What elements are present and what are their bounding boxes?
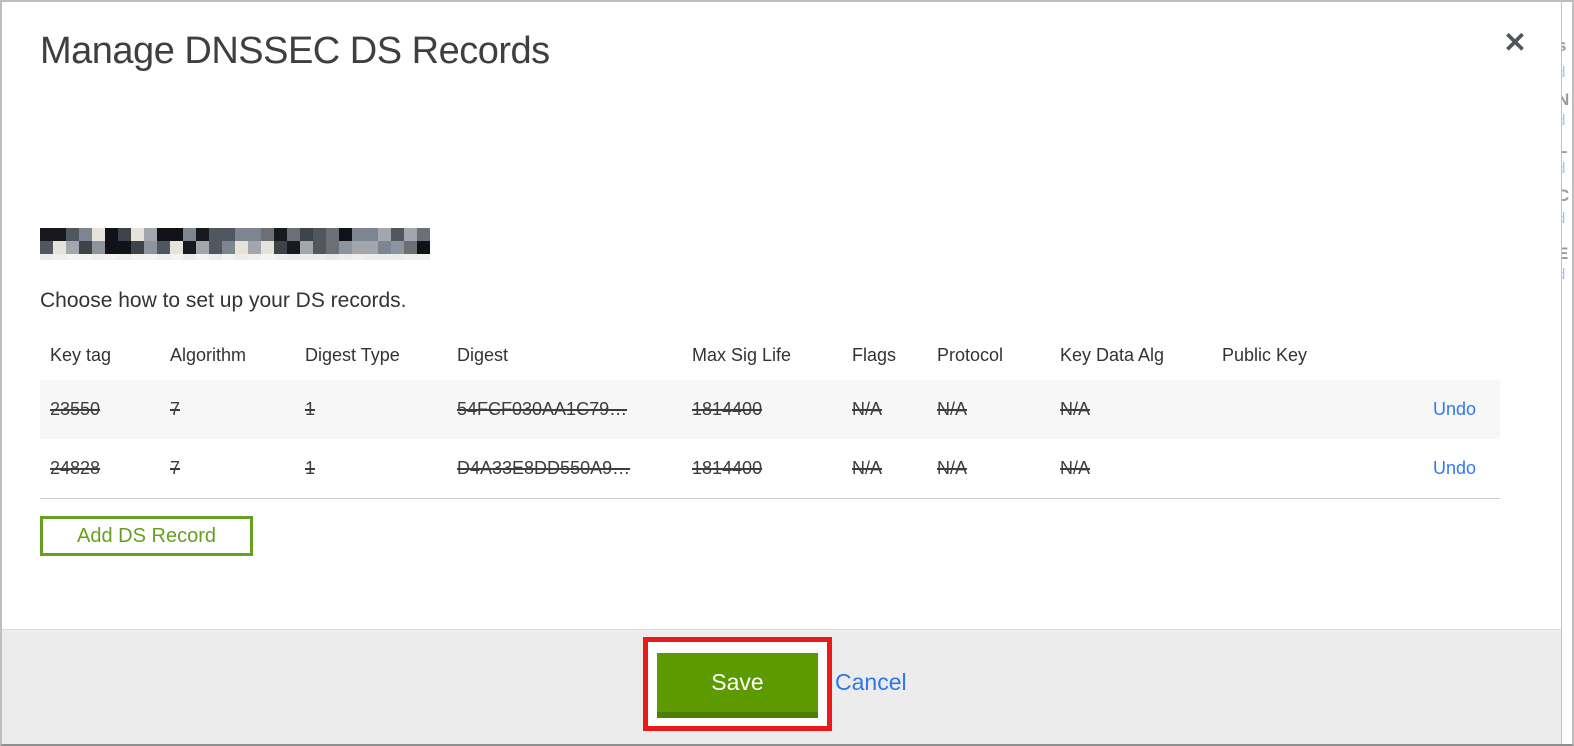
background-page-strip: sdNdLdCdEd [1561, 2, 1572, 744]
background-text-fragment: d [1562, 160, 1565, 177]
cell-digest-type: 1 [305, 457, 316, 478]
background-text-fragment: d [1562, 266, 1565, 283]
table-header-row: Key tag Algorithm Digest Type Digest Max… [40, 330, 1500, 380]
column-header-protocol: Protocol [937, 344, 1004, 365]
cell-key-data-alg: N/A [1060, 399, 1091, 419]
cell-algorithm: 7 [170, 457, 181, 478]
add-ds-record-button[interactable]: Add DS Record [40, 516, 253, 556]
background-text-fragment: s [1562, 36, 1566, 56]
background-text-fragment: E [1562, 244, 1568, 264]
cell-protocol: N/A [937, 457, 968, 478]
undo-link[interactable]: Undo [1433, 399, 1476, 419]
background-text-fragment: L [1562, 138, 1567, 158]
background-text-fragment: d [1562, 210, 1565, 227]
cell-flags: N/A [852, 399, 883, 419]
cell-digest: 54FCF030AA1C79… [457, 399, 628, 419]
manage-dnssec-modal: Manage DNSSEC DS Records ✕ Choose how to… [2, 2, 1561, 744]
save-highlight-annotation: Save [643, 637, 832, 731]
cell-protocol: N/A [937, 399, 968, 419]
background-text-fragment: N [1562, 90, 1569, 110]
cell-flags: N/A [852, 457, 883, 478]
cell-algorithm: 7 [170, 399, 181, 419]
column-header-public-key: Public Key [1222, 344, 1308, 365]
column-header-digest: Digest [457, 344, 509, 365]
cell-key-data-alg: N/A [1060, 457, 1091, 478]
cell-digest: D4A33E8DD550A9… [457, 457, 631, 478]
column-header-key-data-alg: Key Data Alg [1060, 344, 1165, 365]
close-button[interactable]: ✕ [1494, 22, 1536, 64]
cell-key-tag: 23550 [50, 399, 101, 419]
cell-max-sig-life: 1814400 [692, 457, 763, 478]
modal-title: Manage DNSSEC DS Records [40, 30, 550, 72]
cancel-link[interactable]: Cancel [835, 669, 907, 696]
column-header-flags: Flags [852, 344, 897, 365]
close-icon: ✕ [1503, 27, 1527, 58]
redacted-domain-name [40, 228, 430, 260]
background-text-fragment: d [1562, 64, 1565, 81]
column-header-digest-type: Digest Type [305, 344, 400, 365]
table-row: 24828 7 1 D4A33E8DD550A9… 1814400 N/A N/… [40, 439, 1500, 499]
setup-instructions-text: Choose how to set up your DS records. [40, 289, 407, 312]
column-header-key-tag: Key tag [50, 344, 112, 365]
column-header-max-sig-life: Max Sig Life [692, 344, 792, 365]
background-text-fragment: d [1562, 112, 1565, 129]
column-header-algorithm: Algorithm [170, 344, 247, 365]
ds-records-table: Key tag Algorithm Digest Type Digest Max… [40, 330, 1500, 499]
cell-key-tag: 24828 [50, 457, 101, 478]
modal-footer: Save Cancel [2, 629, 1561, 744]
undo-link[interactable]: Undo [1433, 458, 1476, 478]
screenshot-frame: sdNdLdCdEd Manage DNSSEC DS Records ✕ Ch… [0, 0, 1574, 746]
cell-max-sig-life: 1814400 [692, 399, 763, 419]
table-row: 23550 7 1 54FCF030AA1C79… 1814400 N/A N/… [40, 380, 1500, 439]
background-text-fragment: C [1562, 186, 1569, 206]
save-button[interactable]: Save [657, 653, 818, 718]
cell-digest-type: 1 [305, 399, 316, 419]
column-header-actions [1352, 330, 1500, 380]
